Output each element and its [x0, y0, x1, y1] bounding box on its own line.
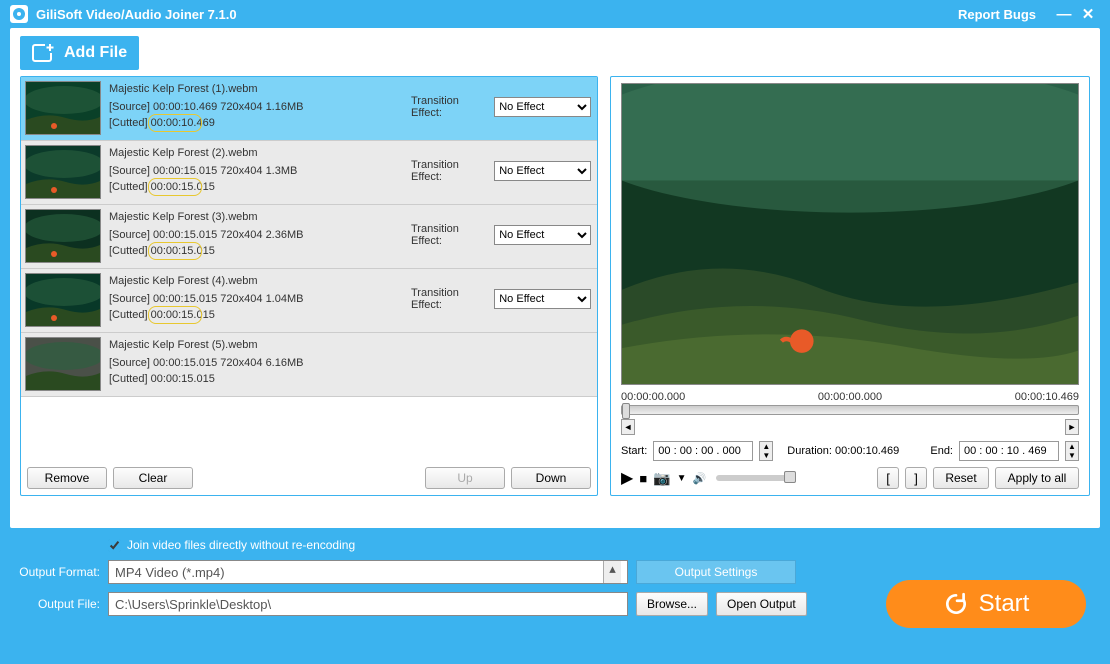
- app-title: GiliSoft Video/Audio Joiner 7.1.0: [36, 7, 237, 22]
- time-start: 00:00:00.000: [621, 391, 685, 403]
- file-source: [Source] 00:00:10.469 720x404 1.16MB: [109, 99, 411, 115]
- report-bugs-link[interactable]: Report Bugs: [958, 7, 1036, 22]
- file-info: Majestic Kelp Forest (4).webm [Source] 0…: [109, 273, 411, 323]
- stop-icon[interactable]: ■: [639, 471, 647, 486]
- transition-col: Transition Effect:No Effect: [411, 159, 591, 183]
- apply-all-button[interactable]: Apply to all: [995, 467, 1079, 489]
- thumbnail: [25, 337, 101, 391]
- transition-select[interactable]: No Effect: [494, 289, 591, 309]
- transition-label: Transition Effect:: [411, 287, 490, 311]
- file-cutted: [Cutted] 00:00:15.015: [109, 371, 591, 387]
- file-cutted: [Cutted] 00:00:10.469: [109, 115, 411, 131]
- close-button[interactable]: ✕: [1076, 5, 1100, 23]
- file-list-panel: Majestic Kelp Forest (1).webm [Source] 0…: [20, 76, 598, 496]
- file-cutted: [Cutted] 00:00:15.015: [109, 307, 411, 323]
- file-cutted: [Cutted] 00:00:15.015: [109, 179, 411, 195]
- transition-label: Transition Effect:: [411, 223, 490, 247]
- app-logo-icon: [10, 5, 28, 23]
- refresh-icon: [943, 591, 969, 617]
- file-source: [Source] 00:00:15.015 720x404 2.36MB: [109, 227, 411, 243]
- list-buttons: Remove Clear Up Down: [21, 461, 597, 495]
- preview-panel: 00:00:00.000 00:00:00.000 00:00:10.469 ◄…: [610, 76, 1090, 496]
- file-cutted: [Cutted] 00:00:15.015: [109, 243, 411, 259]
- time-end: 00:00:10.469: [1015, 391, 1079, 403]
- file-info: Majestic Kelp Forest (3).webm [Source] 0…: [109, 209, 411, 259]
- down-button[interactable]: Down: [511, 467, 591, 489]
- transition-select[interactable]: No Effect: [494, 97, 591, 117]
- end-label: End:: [930, 445, 953, 457]
- transition-select[interactable]: No Effect: [494, 161, 591, 181]
- seek-handle[interactable]: [622, 403, 630, 419]
- file-source: [Source] 00:00:15.015 720x404 6.16MB: [109, 355, 591, 371]
- open-output-button[interactable]: Open Output: [716, 592, 807, 616]
- thumbnail: [25, 209, 101, 263]
- join-direct-label: Join video files directly without re-enc…: [127, 538, 355, 552]
- dropdown-icon: ▴: [603, 561, 621, 583]
- play-icon[interactable]: ▶: [621, 468, 633, 488]
- start-button[interactable]: Start: [886, 580, 1086, 628]
- output-file-label: Output File:: [14, 597, 100, 611]
- transition-col: Transition Effect:No Effect: [411, 223, 591, 247]
- browse-button[interactable]: Browse...: [636, 592, 708, 616]
- bracket-end-button[interactable]: ]: [905, 467, 927, 489]
- remove-button[interactable]: Remove: [27, 467, 107, 489]
- file-name: Majestic Kelp Forest (1).webm: [109, 81, 411, 97]
- clear-button[interactable]: Clear: [113, 467, 193, 489]
- end-spinner[interactable]: ▲▼: [1065, 441, 1079, 461]
- add-file-icon: [32, 42, 56, 64]
- file-item[interactable]: Majestic Kelp Forest (1).webm [Source] 0…: [21, 77, 597, 141]
- time-labels: 00:00:00.000 00:00:00.000 00:00:10.469: [621, 391, 1079, 403]
- file-item[interactable]: Majestic Kelp Forest (5).webm [Source] 0…: [21, 333, 597, 397]
- file-item[interactable]: Majestic Kelp Forest (4).webm [Source] 0…: [21, 269, 597, 333]
- output-file-input[interactable]: [108, 592, 628, 616]
- volume-icon[interactable]: 🔊: [693, 472, 707, 485]
- transition-select[interactable]: No Effect: [494, 225, 591, 245]
- file-item[interactable]: Majestic Kelp Forest (3).webm [Source] 0…: [21, 205, 597, 269]
- transition-col: Transition Effect:No Effect: [411, 95, 591, 119]
- start-label: Start:: [621, 445, 647, 457]
- output-format-select[interactable]: MP4 Video (*.mp4) ▴: [108, 560, 628, 584]
- up-button[interactable]: Up: [425, 467, 505, 489]
- file-source: [Source] 00:00:15.015 720x404 1.04MB: [109, 291, 411, 307]
- file-name: Majestic Kelp Forest (3).webm: [109, 209, 411, 225]
- bracket-start-button[interactable]: [: [877, 467, 899, 489]
- file-name: Majestic Kelp Forest (2).webm: [109, 145, 411, 161]
- time-current: 00:00:00.000: [818, 391, 882, 403]
- thumbnail: [25, 145, 101, 199]
- file-source: [Source] 00:00:15.015 720x404 1.3MB: [109, 163, 411, 179]
- reset-button[interactable]: Reset: [933, 467, 989, 489]
- titlebar: GiliSoft Video/Audio Joiner 7.1.0 Report…: [0, 0, 1110, 28]
- trim-start-handle[interactable]: ◄: [621, 419, 635, 435]
- file-name: Majestic Kelp Forest (4).webm: [109, 273, 411, 289]
- thumbnail: [25, 273, 101, 327]
- transition-label: Transition Effect:: [411, 159, 490, 183]
- minimize-button[interactable]: —: [1052, 6, 1076, 23]
- add-file-button[interactable]: Add File: [20, 36, 139, 70]
- file-info: Majestic Kelp Forest (5).webm [Source] 0…: [109, 337, 591, 387]
- volume-slider[interactable]: [716, 475, 796, 481]
- file-name: Majestic Kelp Forest (5).webm: [109, 337, 591, 353]
- transition-label: Transition Effect:: [411, 95, 490, 119]
- start-input[interactable]: [653, 441, 753, 461]
- file-info: Majestic Kelp Forest (1).webm [Source] 0…: [109, 81, 411, 131]
- start-spinner[interactable]: ▲▼: [759, 441, 773, 461]
- seek-bar[interactable]: [621, 405, 1079, 415]
- output-settings-button[interactable]: Output Settings: [636, 560, 796, 584]
- output-format-label: Output Format:: [14, 565, 100, 579]
- main-panel: Add File Majestic Kelp Forest (1).webm […: [10, 28, 1100, 528]
- file-list: Majestic Kelp Forest (1).webm [Source] 0…: [21, 77, 597, 461]
- join-direct-checkbox[interactable]: [108, 539, 121, 552]
- file-info: Majestic Kelp Forest (2).webm [Source] 0…: [109, 145, 411, 195]
- trim-end-handle[interactable]: ►: [1065, 419, 1079, 435]
- video-preview[interactable]: [621, 83, 1079, 385]
- end-input[interactable]: [959, 441, 1059, 461]
- duration-label: Duration: 00:00:10.469: [787, 445, 899, 457]
- transition-col: Transition Effect:No Effect: [411, 287, 591, 311]
- file-item[interactable]: Majestic Kelp Forest (2).webm [Source] 0…: [21, 141, 597, 205]
- snapshot-icon[interactable]: 📷: [653, 470, 670, 487]
- thumbnail: [25, 81, 101, 135]
